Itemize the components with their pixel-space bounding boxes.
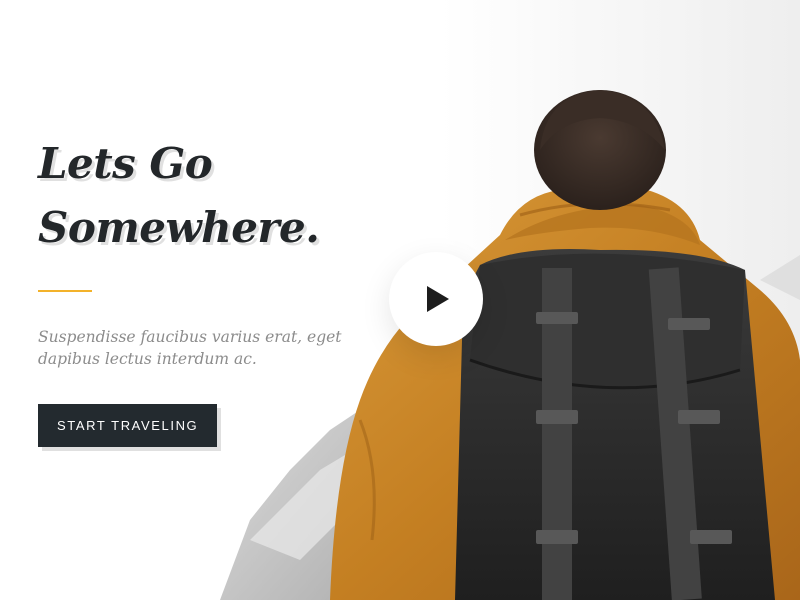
hero-headline: Lets Go Somewhere. [38,132,368,260]
play-icon [427,286,449,312]
hero-copy: Lets Go Somewhere. Suspendisse faucibus … [38,132,368,447]
accent-divider [38,290,92,292]
start-traveling-button[interactable]: START TRAVELING [38,404,218,447]
hero-subtext: Suspendisse faucibus varius erat, eget d… [38,328,342,368]
headline-line-1: Lets Go [38,139,213,188]
play-video-button[interactable] [389,252,483,346]
landing-hero: Lets Go Somewhere. Suspendisse faucibus … [0,0,800,600]
headline-line-2: Somewhere. [38,203,320,252]
